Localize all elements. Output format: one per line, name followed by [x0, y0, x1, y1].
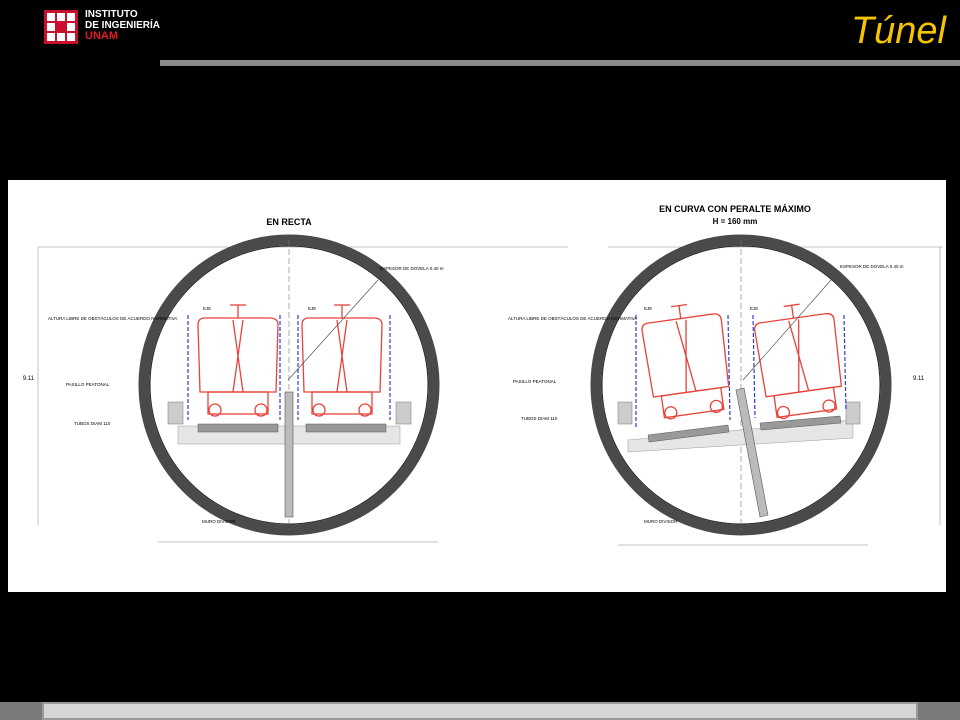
footer-block-left	[0, 702, 42, 720]
walkway-left	[617, 401, 633, 425]
height-dim-label: 9.11	[913, 376, 925, 382]
ballast-left	[197, 423, 279, 433]
axis-label-left: EJE	[644, 306, 652, 311]
section-curve: EN CURVA CON PERALTE MÁXIMO H = 160 mm 9…	[508, 204, 943, 546]
section-curve-title: EN CURVA CON PERALTE MÁXIMO	[659, 204, 811, 214]
institute-name: INSTITUTO DE INGENIERÍA UNAM	[85, 9, 160, 42]
footer-track	[44, 704, 916, 718]
pipes-label: TUBOS DIAM 110	[74, 421, 111, 426]
axis-label-right: EJE	[308, 306, 316, 311]
tunnel-cross-sections: EN RECTA 9.11 EJE EJE ESPESOR DE DOVELA …	[23, 204, 943, 546]
section-curve-subtitle: H = 160 mm	[713, 217, 758, 226]
walkway-label: PASILLO PEATONAL	[66, 382, 110, 387]
segment-label: ESPESOR DE DOVELA 0.40 m	[840, 264, 904, 269]
axis-label-left: EJE	[203, 306, 211, 311]
clearance-line-2	[727, 314, 731, 421]
walkway-label: PASILLO PEATONAL	[513, 379, 557, 384]
walkway-right	[845, 401, 861, 425]
header-rule	[160, 60, 960, 66]
footer-block-right	[918, 702, 960, 720]
train-left	[641, 303, 730, 420]
wall-label: MURO DIVISOR	[202, 519, 236, 524]
height-dim-label: 9.11	[23, 376, 35, 382]
footer-bar	[0, 702, 960, 720]
section-straight-title: EN RECTA	[266, 217, 312, 227]
logo-line-3: UNAM	[85, 30, 118, 42]
unam-logo	[44, 10, 78, 44]
pipes-label: TUBOS DIAM 110	[521, 416, 558, 421]
clearance-label: ALTURA LIBRE DE OBSTÁCULOS DE ACUERDO NO…	[48, 315, 177, 321]
walkway-right	[395, 401, 412, 425]
segment-leader	[742, 271, 839, 381]
clearance-line-4	[843, 314, 847, 411]
clearance-label: ALTURA LIBRE DE OBSTÁCULOS DE ACUERDO NO…	[508, 315, 637, 321]
logo-line-1: INSTITUTO	[85, 9, 138, 20]
wall-label: MURO DIVISOR	[644, 519, 678, 524]
dividing-wall	[284, 391, 294, 518]
train-right	[301, 304, 383, 417]
axis-label-right: EJE	[750, 306, 758, 311]
ballast-right	[305, 423, 387, 433]
slide-title: Túnel	[850, 10, 946, 52]
train-right	[754, 303, 843, 420]
segment-label: ESPESOR DE DOVELA 0.40 m	[380, 266, 444, 271]
train-left	[197, 304, 279, 417]
tunnel-drawing-panel: EN RECTA 9.11 EJE EJE ESPESOR DE DOVELA …	[8, 180, 946, 592]
section-straight: EN RECTA 9.11 EJE EJE ESPESOR DE DOVELA …	[23, 217, 568, 543]
logo-mark-icon	[47, 13, 75, 41]
walkway-left	[167, 401, 184, 425]
